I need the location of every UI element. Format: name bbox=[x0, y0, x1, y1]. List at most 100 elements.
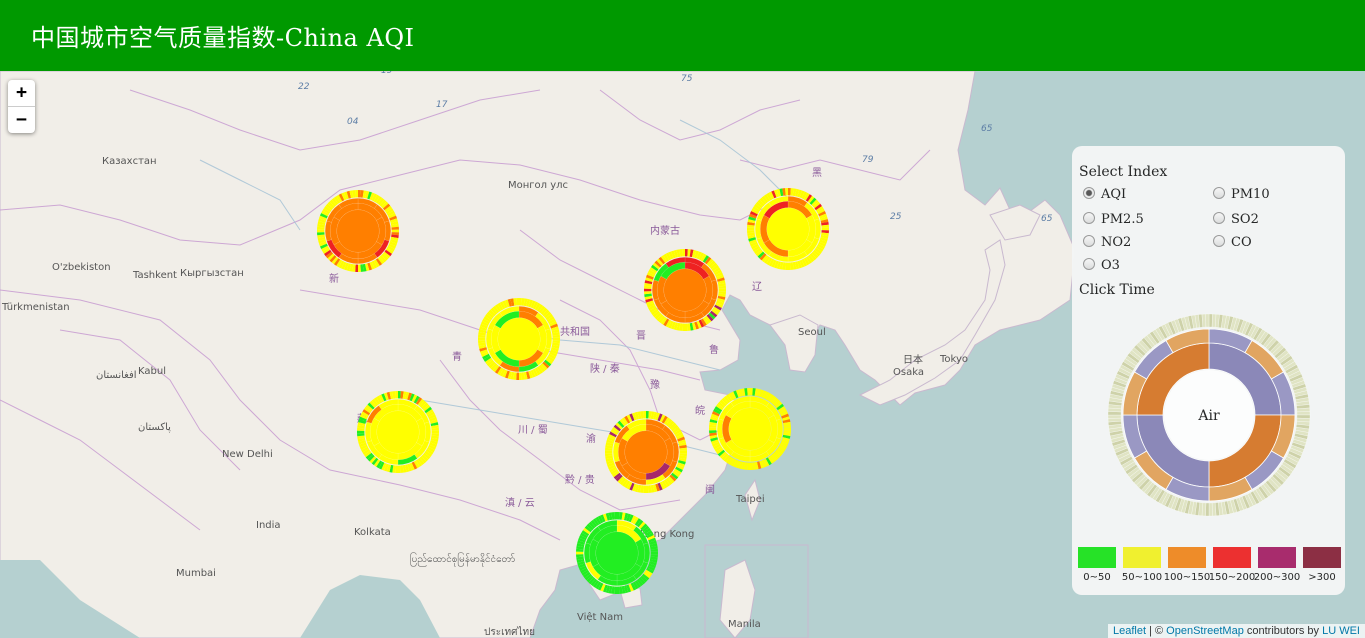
radio-dot[interactable] bbox=[1083, 258, 1095, 270]
map-label: Kolkata bbox=[354, 527, 391, 538]
radio-dot[interactable] bbox=[1083, 212, 1095, 224]
cluster-slice bbox=[391, 229, 399, 233]
map-label: 19 bbox=[381, 71, 393, 76]
cluster-qinghai[interactable] bbox=[476, 296, 562, 382]
cluster-core bbox=[595, 531, 639, 575]
app-header: 中国城市空气质量指数-China AQI bbox=[0, 0, 1365, 71]
cluster-slice bbox=[644, 288, 652, 292]
cluster-slice bbox=[576, 551, 584, 555]
legend-swatch bbox=[1213, 547, 1251, 568]
radio-dot[interactable] bbox=[1213, 212, 1225, 224]
zoom-control: + − bbox=[8, 80, 35, 133]
cluster-core bbox=[766, 207, 810, 251]
map-label: 25 bbox=[890, 212, 902, 222]
map-label: 共和国 bbox=[560, 327, 590, 338]
radio-so2[interactable]: SO2 bbox=[1213, 212, 1259, 227]
radio-dot[interactable] bbox=[1213, 187, 1225, 199]
radio-pm10[interactable]: PM10 bbox=[1213, 187, 1270, 202]
map-label: Казахстан bbox=[102, 156, 157, 167]
radio-aqi[interactable]: AQI bbox=[1083, 187, 1126, 202]
map-label: Taipei bbox=[736, 494, 765, 505]
time-tick[interactable] bbox=[1107, 414, 1122, 419]
radio-label: CO bbox=[1231, 235, 1252, 250]
map-label: 17 bbox=[436, 100, 448, 110]
map-label: Manila bbox=[728, 619, 761, 630]
legend-label: 0~50 bbox=[1083, 572, 1111, 583]
map-label: 内蒙古 bbox=[650, 226, 680, 237]
cluster-tibet[interactable] bbox=[355, 389, 441, 475]
cluster-core bbox=[336, 209, 380, 253]
map-label: 闽 bbox=[705, 485, 715, 496]
map-label: Монгол улс bbox=[508, 180, 569, 191]
radio-co[interactable]: CO bbox=[1213, 235, 1252, 250]
radio-pm25[interactable]: PM2.5 bbox=[1083, 212, 1144, 227]
time-ring-chart[interactable]: Air bbox=[1107, 313, 1311, 517]
radio-dot[interactable] bbox=[1213, 235, 1225, 247]
map-label: 皖 bbox=[695, 406, 705, 417]
legend-label: 200~300 bbox=[1253, 572, 1301, 583]
attribution-sep: | © bbox=[1146, 625, 1167, 637]
osm-link[interactable]: OpenStreetMap bbox=[1166, 625, 1244, 637]
cluster-slice bbox=[821, 227, 829, 231]
radio-dot[interactable] bbox=[1083, 235, 1095, 247]
map-label: 黔 / 贵 bbox=[565, 475, 595, 486]
map-label: 75 bbox=[681, 74, 693, 84]
cluster-hunan[interactable] bbox=[603, 409, 689, 495]
map-label: 川 / 蜀 bbox=[518, 425, 548, 436]
cluster-guangxi[interactable] bbox=[574, 510, 660, 596]
legend-swatch bbox=[1078, 547, 1116, 568]
cluster-slice bbox=[783, 427, 791, 431]
click-time-title: Click Time bbox=[1079, 282, 1155, 298]
radio-label: SO2 bbox=[1231, 212, 1259, 227]
cluster-core bbox=[624, 430, 668, 474]
zoom-in-button[interactable]: + bbox=[8, 80, 35, 107]
map-label: Tashkent bbox=[133, 270, 177, 281]
map-label: Kabul bbox=[138, 366, 166, 377]
map-label: پاکستان bbox=[138, 422, 171, 433]
cluster-core bbox=[663, 268, 707, 312]
cluster-xinjiang[interactable] bbox=[315, 188, 401, 274]
map-label: 陕 / 秦 bbox=[590, 364, 620, 375]
map-label: New Delhi bbox=[222, 449, 273, 460]
cluster-core bbox=[497, 317, 541, 361]
control-panel: Select Index AQI PM10 PM2.5 SO2 NO2 CO O3 Clic… bbox=[1072, 146, 1345, 595]
map-label: 04 bbox=[347, 117, 359, 127]
time-tick[interactable] bbox=[1208, 502, 1213, 517]
cluster-shanghai[interactable] bbox=[707, 386, 793, 472]
radio-no2[interactable]: NO2 bbox=[1083, 235, 1131, 250]
leaflet-link[interactable]: Leaflet bbox=[1113, 625, 1146, 637]
radio-label: PM2.5 bbox=[1101, 212, 1144, 227]
map-label: 辽 bbox=[752, 282, 762, 293]
map-label: 滇 / 云 bbox=[505, 498, 535, 509]
map-label: افغانستان bbox=[96, 370, 137, 381]
map-label: India bbox=[256, 520, 281, 531]
map-label: 日本 bbox=[903, 355, 923, 366]
legend-label: 150~200 bbox=[1208, 572, 1256, 583]
zoom-out-button[interactable]: − bbox=[8, 107, 35, 133]
map-label: O'zbekiston bbox=[52, 262, 111, 273]
radio-o3[interactable]: O3 bbox=[1083, 258, 1120, 273]
cluster-slice bbox=[478, 337, 486, 341]
map-label: Mumbai bbox=[176, 568, 216, 579]
legend-label: 50~100 bbox=[1121, 572, 1163, 583]
map-attribution: Leaflet | © OpenStreetMap contributors b… bbox=[1108, 624, 1365, 638]
author-link[interactable]: LU WEI bbox=[1322, 625, 1360, 637]
legend-swatch bbox=[1168, 547, 1206, 568]
map-label: Osaka bbox=[893, 367, 924, 378]
land-korea bbox=[769, 314, 819, 373]
map-label: 79 bbox=[862, 155, 874, 165]
cluster-heilongjiang[interactable] bbox=[745, 186, 831, 272]
cluster-slice bbox=[718, 288, 726, 292]
cluster-slice bbox=[747, 227, 755, 231]
cluster-beijing[interactable] bbox=[642, 247, 728, 333]
time-tick[interactable] bbox=[1296, 411, 1311, 416]
map-label: 豫 bbox=[650, 380, 660, 391]
time-tick[interactable] bbox=[1205, 313, 1210, 328]
cluster-slice bbox=[552, 337, 560, 341]
legend-label: 100~150 bbox=[1163, 572, 1211, 583]
map-label: 70 bbox=[811, 71, 822, 74]
attribution-mid: contributors by bbox=[1243, 625, 1323, 637]
cluster-slice bbox=[431, 430, 439, 434]
radio-dot[interactable] bbox=[1083, 187, 1095, 199]
map-label: 65 bbox=[981, 124, 993, 134]
